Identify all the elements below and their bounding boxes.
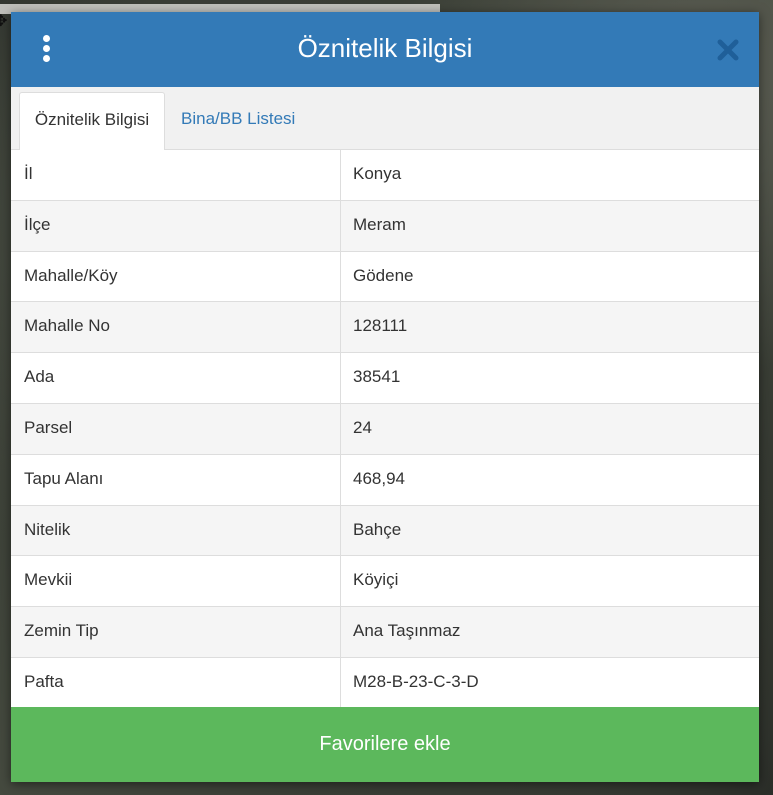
add-to-favorites-button[interactable]: Favorilere ekle <box>11 707 759 782</box>
move-handle-icon[interactable]: ✥ <box>0 14 10 30</box>
column-divider <box>340 556 341 607</box>
tab-attribute-info[interactable]: Öznitelik Bilgisi <box>19 92 165 150</box>
column-divider <box>340 607 341 657</box>
column-divider <box>340 505 341 556</box>
row-label: Ada <box>24 367 55 387</box>
table-row: Nitelik Bahçe <box>11 505 759 557</box>
tab-bar: Öznitelik Bilgisi Bina/BB Listesi <box>11 87 759 150</box>
close-icon[interactable] <box>717 39 739 61</box>
column-divider <box>340 251 341 302</box>
row-value: Meram <box>353 214 406 234</box>
row-value: 24 <box>353 417 372 437</box>
row-value: 38541 <box>353 367 401 387</box>
row-value: 128111 <box>353 316 408 336</box>
column-divider <box>340 150 341 200</box>
row-label: İl <box>24 164 33 183</box>
attribute-table: İl Konya İlçe Meram Mahalle/Köy Gödene M… <box>11 150 759 709</box>
row-label: Mevkii <box>24 570 73 590</box>
row-label: Tapu Alanı <box>24 468 104 488</box>
row-label: Mahalle/Köy <box>24 265 118 285</box>
column-divider <box>340 200 341 251</box>
table-row: Zemin Tip Ana Taşınmaz <box>11 607 759 658</box>
row-value: Gödene <box>353 265 414 285</box>
row-value: Ana Taşınmaz <box>353 621 461 641</box>
column-divider <box>340 657 341 708</box>
row-value: M28-B-23-C-3-D <box>353 671 479 691</box>
table-row: Parsel 24 <box>11 403 759 455</box>
row-value: Köyiçi <box>353 570 399 590</box>
tab-building-list[interactable]: Bina/BB Listesi <box>181 92 295 150</box>
table-row: İlçe Meram <box>11 200 759 252</box>
vertical-dots-icon[interactable] <box>39 35 55 63</box>
column-divider <box>340 403 341 454</box>
table-row: Mahalle/Köy Gödene <box>11 251 759 303</box>
table-row: Pafta M28-B-23-C-3-D <box>11 657 759 709</box>
table-row: Tapu Alanı 468,94 <box>11 454 759 506</box>
dialog-title: Öznitelik Bilgisi <box>297 33 473 63</box>
table-row: İl Konya <box>11 150 759 201</box>
table-row: Mevkii Köyiçi <box>11 556 759 608</box>
row-label: Mahalle No <box>24 316 110 336</box>
column-divider <box>340 454 341 505</box>
dialog-header: Öznitelik Bilgisi <box>11 12 759 87</box>
row-label: Zemin Tip <box>24 621 99 641</box>
column-divider <box>340 302 341 353</box>
table-row: Mahalle No 128111 <box>11 302 759 354</box>
column-divider <box>340 353 341 403</box>
row-label: Nitelik <box>24 519 71 539</box>
row-value: 468,94 <box>353 468 405 488</box>
row-value: Konya <box>353 164 402 183</box>
row-label: Pafta <box>24 671 64 691</box>
attribute-dialog: Öznitelik Bilgisi Öznitelik Bilgisi Bina… <box>11 12 759 782</box>
row-label: Parsel <box>24 417 73 437</box>
row-value: Bahçe <box>353 519 402 539</box>
table-row: Ada 38541 <box>11 353 759 404</box>
row-label: İlçe <box>24 214 51 234</box>
